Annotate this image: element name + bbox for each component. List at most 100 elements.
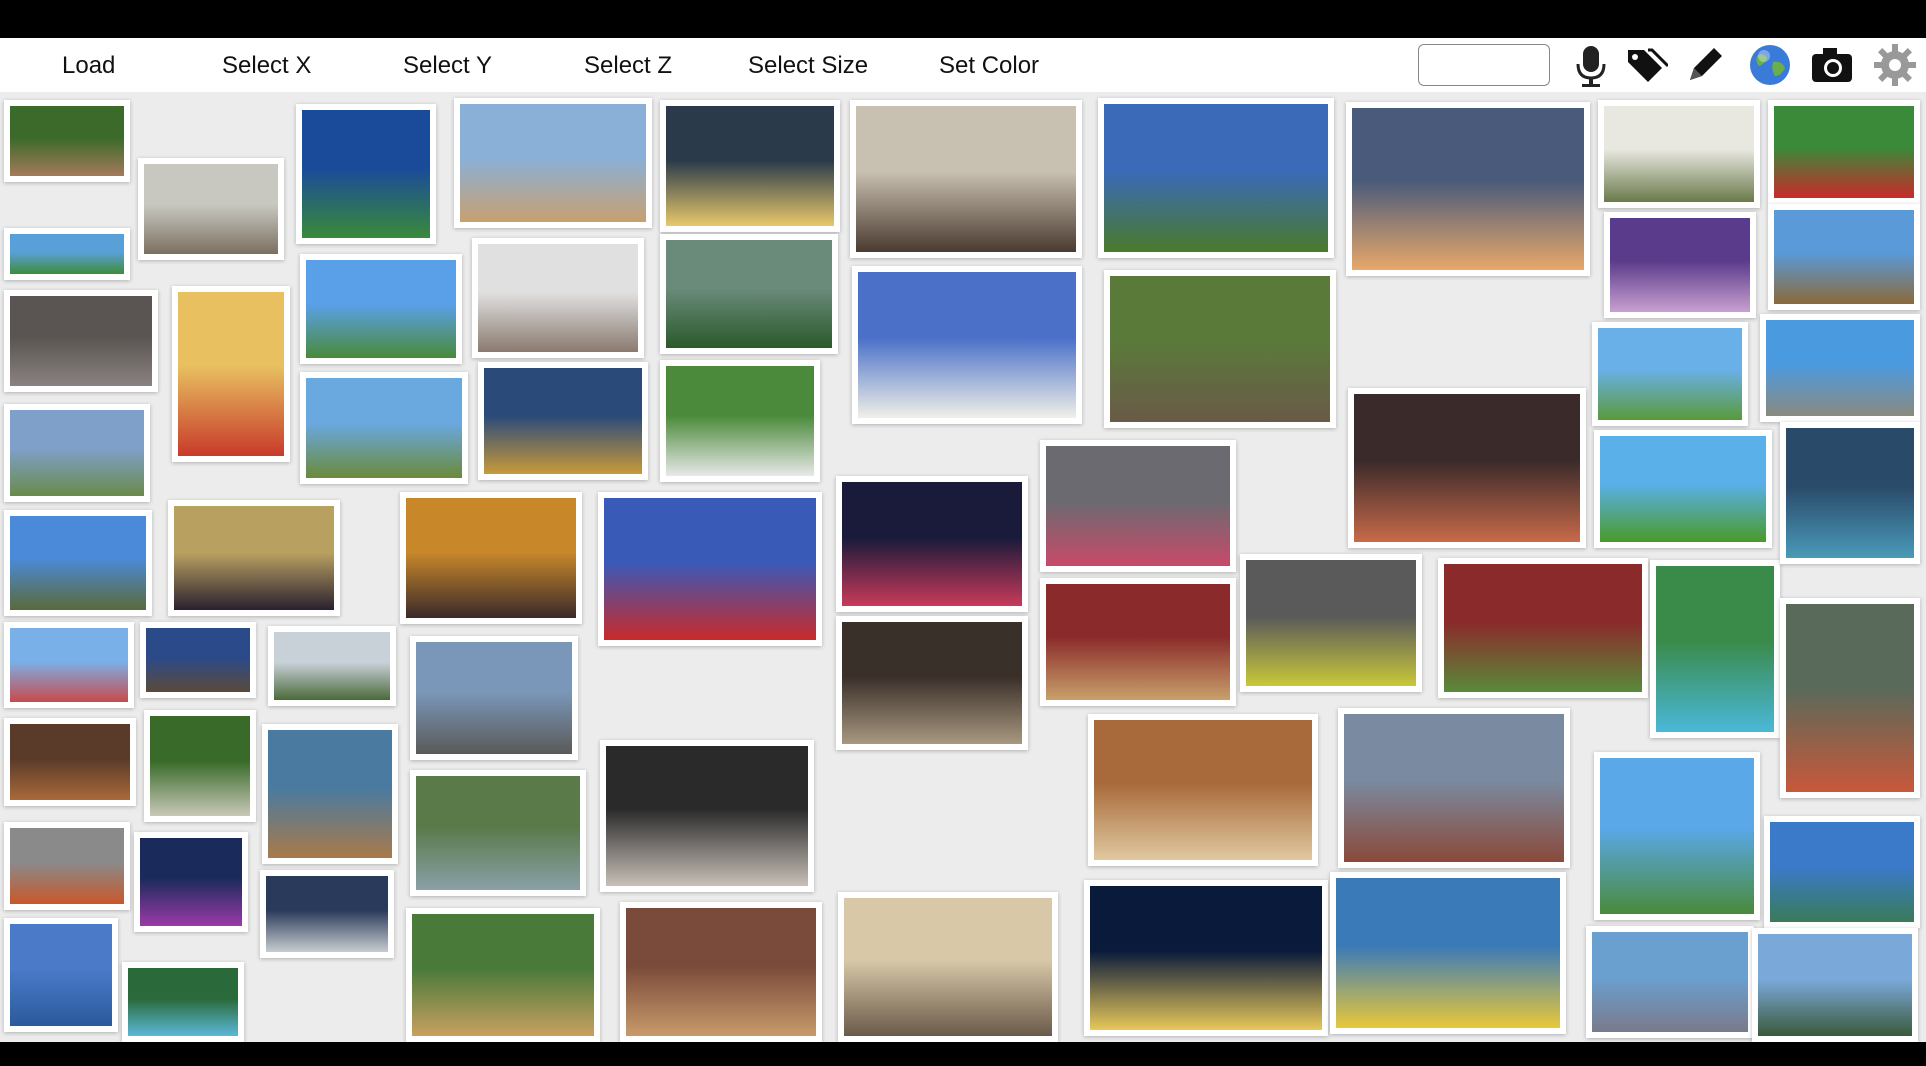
photo-tile-mountain-bridge[interactable]: [410, 770, 586, 896]
photo-tile-frame-sculpture[interactable]: [1594, 430, 1772, 548]
microphone-icon[interactable]: [1568, 42, 1614, 88]
photo-tile-red-temple[interactable]: [1040, 578, 1236, 706]
photo-tile-boats-beach[interactable]: [4, 622, 134, 708]
photo-tile-museum-shop[interactable]: [472, 238, 644, 358]
photo-image: [604, 498, 816, 640]
photo-tile-glowworm-cave[interactable]: [134, 832, 248, 932]
photo-image: [1774, 106, 1914, 198]
select-z-menu[interactable]: Select Z: [584, 52, 672, 80]
select-y-menu[interactable]: Select Y: [403, 52, 492, 80]
gear-icon[interactable]: [1872, 42, 1918, 88]
photo-tile-rock-coast[interactable]: [4, 510, 152, 616]
photo-tile-lighthouse[interactable]: [268, 626, 396, 706]
photo-image: [1354, 394, 1580, 542]
photo-tile-calla-lily-field[interactable]: [660, 234, 838, 354]
photo-tile-gorge-stream[interactable]: [1780, 422, 1920, 564]
photo-tile-crowd-field[interactable]: [1768, 100, 1920, 204]
photo-tile-shopping-mall[interactable]: [838, 892, 1058, 1042]
photo-tile-sea-cave[interactable]: [4, 718, 136, 806]
photo-tile-waterfall[interactable]: [144, 710, 256, 822]
photo-tile-jade-cabbage-exhibit[interactable]: [1346, 102, 1590, 276]
camera-icon[interactable]: [1809, 42, 1855, 88]
photo-image: [302, 110, 430, 238]
photo-image: [1344, 714, 1564, 862]
photo-tile-night-market-food[interactable]: [400, 492, 582, 624]
photo-tile-auditorium[interactable]: [4, 290, 158, 392]
photo-tile-taipei-101-night[interactable]: [1084, 880, 1328, 1036]
search-input[interactable]: [1418, 44, 1550, 86]
photo-tile-grass-field[interactable]: [1592, 322, 1748, 426]
photo-tile-rice-fields-pavilion[interactable]: [4, 404, 150, 502]
photo-image: [1774, 210, 1914, 304]
tags-icon[interactable]: [1622, 42, 1668, 88]
photo-tile-deity-statue[interactable]: [1438, 558, 1648, 698]
photo-image: [140, 838, 242, 926]
photo-tile-green-hills[interactable]: [1098, 98, 1334, 258]
photo-tile-coastal-meadow[interactable]: [4, 228, 130, 280]
photo-tile-hot-air-balloons[interactable]: [300, 254, 462, 364]
window-bottom-bar: [0, 1042, 1926, 1066]
photo-tile-riverbed-gorge[interactable]: [260, 870, 394, 958]
photo-tile-stone-beach[interactable]: [410, 636, 578, 760]
photo-tile-sulfur-vent[interactable]: [1240, 554, 1422, 692]
photo-tile-tea-tray[interactable]: [168, 500, 340, 616]
photo-tile-palace-museum-night[interactable]: [660, 100, 840, 232]
photo-tile-coastal-path[interactable]: [1760, 314, 1920, 422]
photo-tile-kayaks-lake[interactable]: [1330, 872, 1566, 1034]
photo-tile-reading-hall[interactable]: [620, 902, 822, 1042]
photo-tile-fruit-platter[interactable]: [172, 286, 290, 462]
photo-tile-museum-children[interactable]: [1348, 388, 1586, 548]
photo-tile-market-arcade[interactable]: [1040, 440, 1236, 572]
photo-tile-aerial-coast[interactable]: [296, 104, 436, 244]
photo-tile-sunset-harbor[interactable]: [454, 98, 652, 228]
photo-tile-taipei-101-sculpture[interactable]: [598, 492, 822, 646]
photo-tile-gorge-river[interactable]: [262, 724, 398, 864]
photo-tile-stone-monument-garden[interactable]: [4, 100, 130, 182]
photo-tile-museum-visitors-urn[interactable]: [478, 362, 648, 480]
photo-tile-blue-river-aerial[interactable]: [1650, 560, 1780, 738]
photo-tile-camellia-garden[interactable]: [660, 360, 820, 482]
photo-image: [1604, 106, 1754, 202]
photo-image: [1444, 564, 1642, 692]
photo-tile-stone-building[interactable]: [1104, 270, 1336, 428]
photo-tile-rock-formation-dusk[interactable]: [140, 622, 256, 698]
photo-tile-pagoda-cliff[interactable]: [1780, 598, 1920, 798]
photo-tile-temple-plaza[interactable]: [1338, 708, 1570, 868]
photo-image: [1046, 446, 1230, 566]
photo-tile-lake-mountains[interactable]: [4, 918, 118, 1032]
photo-tile-tea-ceremony[interactable]: [1088, 714, 1318, 866]
photo-image: [606, 746, 808, 886]
photo-tile-old-wooden-house[interactable]: [406, 908, 600, 1042]
select-x-menu[interactable]: Select X: [222, 52, 311, 80]
photo-tile-river-bridge[interactable]: [1764, 816, 1920, 928]
photo-image: [1336, 878, 1560, 1028]
photo-tile-lighthouse-dusk[interactable]: [1604, 212, 1756, 318]
photo-tile-ancient-vessel-case[interactable]: [836, 616, 1028, 750]
photo-image: [1770, 822, 1914, 922]
photo-tile-modern-village[interactable]: [1594, 752, 1760, 920]
photo-image: [10, 924, 112, 1026]
photo-tile-valley-terrace[interactable]: [300, 372, 468, 484]
photo-tile-school-building[interactable]: [1598, 100, 1760, 208]
photo-tile-school-yard[interactable]: [1768, 204, 1920, 310]
set-color-menu[interactable]: Set Color: [939, 52, 1039, 80]
photo-tile-marina[interactable]: [1752, 928, 1918, 1042]
photo-tile-night-street[interactable]: [836, 476, 1028, 612]
toolbar: Load Select X Select Y Select Z Select S…: [0, 38, 1926, 93]
photo-tile-rafting[interactable]: [4, 822, 130, 910]
pencil-icon[interactable]: [1682, 42, 1728, 88]
photo-tile-calla-lily-valley[interactable]: [852, 266, 1082, 424]
photo-tile-bronze-exhibit[interactable]: [600, 740, 814, 892]
photo-tile-archaeology-site[interactable]: [138, 158, 284, 260]
photo-image: [10, 106, 124, 176]
photo-image: [1046, 584, 1230, 700]
select-size-menu[interactable]: Select Size: [748, 52, 868, 80]
photo-tile-gallery-hall[interactable]: [850, 100, 1082, 258]
photo-image: [412, 914, 594, 1036]
globe-icon[interactable]: [1747, 42, 1793, 88]
photo-tile-fountain-park[interactable]: [1586, 926, 1754, 1038]
photo-image: [1094, 720, 1312, 860]
load-menu[interactable]: Load: [62, 52, 115, 80]
photo-image: [174, 506, 334, 610]
photo-tile-hot-spring-pool[interactable]: [122, 962, 244, 1042]
